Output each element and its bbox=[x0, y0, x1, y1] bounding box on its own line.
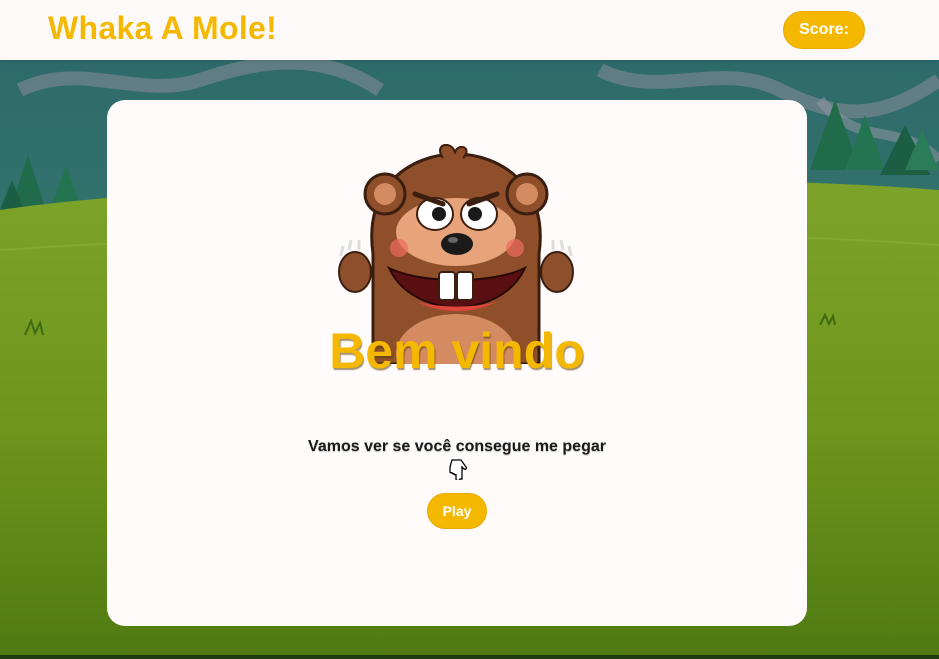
pointing-hand-icon bbox=[449, 459, 467, 480]
game-page: Whaka A Mole! Score: Bem vindo Vamos ver… bbox=[0, 0, 939, 659]
welcome-heading: Bem vindo bbox=[329, 323, 585, 379]
game-title: Whaka A Mole! bbox=[48, 10, 278, 46]
welcome-subtitle: Vamos ver se você consegue me pegar bbox=[308, 438, 606, 455]
top-header: Whaka A Mole! Score: bbox=[0, 0, 939, 60]
welcome-card: Bem vindo Vamos ver se você consegue me … bbox=[107, 100, 807, 626]
play-button[interactable]: Play bbox=[427, 493, 487, 529]
score-button[interactable]: Score: bbox=[783, 11, 865, 49]
